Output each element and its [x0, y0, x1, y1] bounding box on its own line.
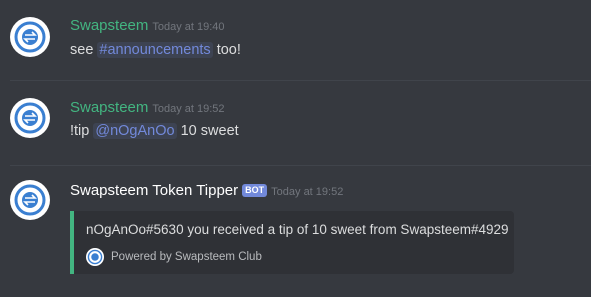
author-name[interactable]: Swapsteem [70, 99, 148, 116]
message-content: !tip @nOgAnOo 10 sweet [70, 122, 239, 140]
avatar[interactable] [10, 180, 50, 220]
message-text: 10 sweet [176, 123, 239, 139]
channel-mention[interactable]: #announcements [97, 42, 213, 58]
message-2: Swapsteem Today at 19:52 !tip @nOgAnOo 10… [0, 81, 591, 165]
user-mention[interactable]: @nOgAnOo [93, 123, 177, 139]
embed-footer: Powered by Swapsteem Club [86, 247, 262, 267]
message-text: !tip [70, 123, 94, 139]
swapsteem-logo-icon [14, 184, 46, 216]
embed-description: nOgAnOo#5630 you received a tip of 10 sw… [86, 222, 509, 237]
timestamp: Today at 19:52 [152, 103, 225, 115]
tip-embed: nOgAnOo#5630 you received a tip of 10 sw… [70, 211, 514, 274]
author-name[interactable]: Swapsteem Token Tipper [70, 182, 238, 199]
username[interactable]: Swapsteem Today at 19:40 [70, 17, 225, 36]
swapsteem-logo-icon [14, 21, 46, 53]
timestamp: Today at 19:52 [271, 186, 344, 198]
username[interactable]: Swapsteem Today at 19:52 [70, 99, 225, 118]
avatar[interactable] [10, 17, 50, 57]
message-text: too! [212, 42, 241, 58]
bot-tag: BOT [242, 184, 268, 197]
timestamp: Today at 19:40 [152, 21, 225, 33]
username[interactable]: Swapsteem Token Tipper BOT Today at 19:52 [70, 182, 343, 201]
message-content: see #announcements too! [70, 41, 241, 59]
message-text: see [70, 42, 98, 58]
author-name[interactable]: Swapsteem [70, 17, 148, 34]
swapsteem-logo-icon [14, 102, 46, 134]
swapsteem-logo-icon [86, 248, 104, 266]
avatar[interactable] [10, 98, 50, 138]
message-1: Swapsteem Today at 19:40 see #announcemen… [0, 0, 591, 80]
embed-footer-text: Powered by Swapsteem Club [111, 251, 262, 263]
